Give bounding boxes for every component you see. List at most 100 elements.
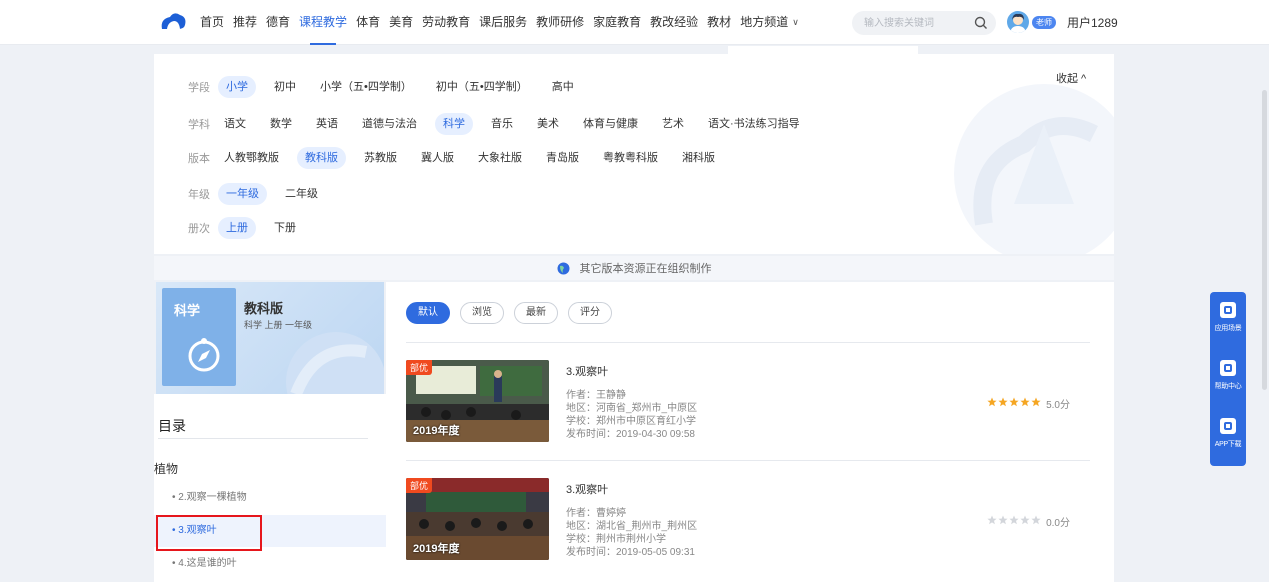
nav-item-recommend[interactable]: 推荐: [233, 0, 257, 45]
filter-option[interactable]: 体育与健康: [577, 113, 644, 135]
sort-tab-latest[interactable]: 最新: [514, 302, 558, 324]
star-icon: [987, 397, 997, 407]
nav-item-after-school[interactable]: 课后服务: [479, 0, 527, 45]
search-icon[interactable]: [974, 16, 988, 30]
resource-list: 默认 浏览 最新 评分 部优 2019年度 3.观察叶 作者：王静静 地区：河南…: [386, 282, 1114, 582]
filter-option[interactable]: 青岛版: [540, 147, 585, 169]
nav-item-reform[interactable]: 教改经验: [650, 0, 698, 45]
filter-option[interactable]: 小学（五•四学制）: [314, 76, 418, 98]
filter-option[interactable]: 粤教粤科版: [597, 147, 664, 169]
star-icon: [1031, 397, 1041, 407]
sort-tab-default[interactable]: 默认: [406, 302, 450, 324]
sort-tabs: 默认 浏览 最新 评分: [406, 302, 622, 324]
filter-row-subject: 学科 语文 数学 英语 道德与法治 科学 音乐 美术 体育与健康 艺术 语文·书…: [188, 113, 818, 135]
collapse-button[interactable]: 收起 ^: [1056, 70, 1086, 86]
notice-text: 其它版本资源正在组织制作: [579, 263, 712, 275]
local-channel-label: 地方频道: [740, 15, 789, 29]
textbook-cover[interactable]: 科学: [162, 288, 236, 386]
filter-option[interactable]: 小学: [218, 76, 256, 98]
filter-option[interactable]: 大象社版: [472, 147, 528, 169]
filter-option[interactable]: 语文·书法练习指导: [702, 113, 806, 135]
divider: [158, 438, 368, 439]
star-icon: [1031, 515, 1041, 525]
filter-option[interactable]: 道德与法治: [356, 113, 423, 135]
filter-option[interactable]: 冀人版: [415, 147, 460, 169]
filter-row-grade: 年级 一年级 二年级: [188, 183, 336, 205]
rating: 5.0分: [987, 396, 1070, 411]
search-input[interactable]: [864, 15, 964, 31]
award-badge: 部优: [406, 360, 433, 375]
lesson-card[interactable]: 部优 2019年度 3.观察叶 作者：王静静 地区：河南省_郑州市_中原区 学校…: [406, 360, 1090, 448]
nav-item-sports[interactable]: 体育: [356, 0, 380, 45]
download-icon: [1220, 418, 1236, 434]
main-nav: 首页 推荐 德育 课程教学 体育 美育 劳动教育 课后服务 教师研修 家庭教育 …: [200, 0, 808, 45]
username[interactable]: 用户1289: [1067, 14, 1118, 31]
filter-option[interactable]: 教科版: [297, 147, 346, 169]
nav-item-home[interactable]: 首页: [200, 0, 224, 45]
filter-option[interactable]: 艺术: [656, 113, 690, 135]
textbook-subtitle: 科学 上册 一年级: [244, 320, 313, 330]
avatar[interactable]: [1007, 11, 1029, 33]
filter-option[interactable]: 音乐: [485, 113, 519, 135]
filter-option[interactable]: 初中（五•四学制）: [430, 76, 534, 98]
lesson-published: 发布时间：2019-04-30 09:58: [566, 429, 695, 440]
toc-unit[interactable]: 植物: [154, 460, 178, 477]
nav-item-curriculum[interactable]: 课程教学: [299, 0, 347, 45]
rating-stars: [987, 397, 1042, 410]
table-of-contents: 目录 植物 • 2.观察一棵植物 • 3.观察叶 • 4.这是谁的叶: [154, 394, 386, 582]
lesson-title[interactable]: 3.观察叶: [566, 481, 608, 497]
notice-bar: 其它版本资源正在组织制作: [154, 256, 1114, 280]
filter-option[interactable]: 二年级: [279, 183, 324, 205]
lesson-card[interactable]: 部优 2019年度 3.观察叶 作者：曹婷婷 地区：湖北省_荆州市_荆州区 学校…: [406, 478, 1090, 566]
star-icon: [987, 515, 997, 525]
filter-option[interactable]: 英语: [310, 113, 344, 135]
lesson-title[interactable]: 3.观察叶: [566, 363, 608, 379]
nav-item-family[interactable]: 家庭教育: [593, 0, 641, 45]
filter-label-subject: 学科: [188, 119, 210, 131]
decorative-cloud-icon: [286, 332, 384, 394]
sort-tab-views[interactable]: 浏览: [460, 302, 504, 324]
filter-option[interactable]: 高中: [546, 76, 580, 98]
nav-item-labor[interactable]: 劳动教育: [422, 0, 470, 45]
filter-panel: 收起 ^ 学段 小学 初中 小学（五•四学制） 初中（五•四学制） 高中 学科 …: [154, 54, 1114, 254]
filter-option[interactable]: 科学: [435, 113, 473, 135]
filter-option[interactable]: 美术: [531, 113, 565, 135]
tool-label: 应用场景: [1214, 325, 1242, 332]
nav-item-moral[interactable]: 德育: [266, 0, 290, 45]
star-icon: [998, 515, 1008, 525]
textbook-card: 科学 教科版 科学 上册 一年级: [156, 282, 384, 394]
filter-option[interactable]: 湘科版: [676, 147, 721, 169]
scrollbar[interactable]: [1262, 90, 1267, 390]
filter-option[interactable]: 苏教版: [358, 147, 403, 169]
filter-option[interactable]: 下册: [268, 217, 302, 239]
toc-item[interactable]: • 4.这是谁的叶: [154, 548, 386, 580]
sort-tab-rating[interactable]: 评分: [568, 302, 612, 324]
app-download-button[interactable]: APP下载: [1210, 408, 1246, 462]
lesson-thumbnail[interactable]: 部优 2019年度: [406, 478, 549, 560]
nav-item-local-channel[interactable]: 地方频道 ∨: [740, 0, 799, 45]
filter-option[interactable]: 一年级: [218, 183, 267, 205]
filter-label-volume: 册次: [188, 223, 210, 235]
nav-item-teacher-training[interactable]: 教师研修: [536, 0, 584, 45]
rating-score: 0.0分: [1046, 518, 1070, 529]
filter-row-volume: 册次 上册 下册: [188, 217, 314, 239]
filter-option[interactable]: 语文: [218, 113, 252, 135]
nav-item-textbook[interactable]: 教材: [707, 0, 731, 45]
help-center-button[interactable]: 帮助中心: [1210, 350, 1246, 404]
toc-item[interactable]: • 2.观察一棵植物: [154, 482, 386, 514]
nav-item-arts[interactable]: 美育: [389, 0, 413, 45]
search-box: [852, 11, 996, 35]
filter-option[interactable]: 数学: [264, 113, 298, 135]
tool-label: 帮助中心: [1214, 383, 1242, 390]
filter-option[interactable]: 人教鄂教版: [218, 147, 285, 169]
app-scene-button[interactable]: 应用场景: [1210, 292, 1246, 346]
filter-label-grade: 年级: [188, 189, 210, 201]
site-logo-icon[interactable]: [158, 11, 188, 33]
lesson-thumbnail[interactable]: 部优 2019年度: [406, 360, 549, 442]
divider: [406, 342, 1090, 343]
filter-label-edition: 版本: [188, 153, 210, 165]
year-label: 2019年度: [413, 425, 460, 437]
filter-option[interactable]: 上册: [218, 217, 256, 239]
filter-row-stage: 学段 小学 初中 小学（五•四学制） 初中（五•四学制） 高中: [188, 76, 592, 98]
filter-option[interactable]: 初中: [268, 76, 302, 98]
